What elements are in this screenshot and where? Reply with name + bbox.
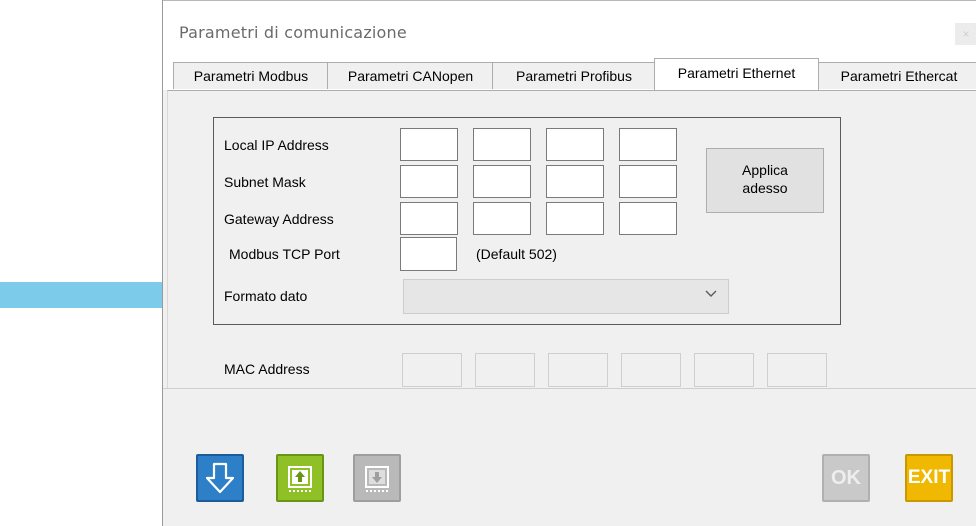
tab-ethercat[interactable]: Parametri Ethercat (817, 62, 976, 89)
gateway-octet-4[interactable] (619, 202, 677, 235)
mac-address-label: MAC Address (224, 361, 310, 377)
tab-strip: Parametri Modbus Parametri CANopen Param… (163, 58, 976, 90)
exit-button[interactable]: EXIT (905, 454, 953, 502)
divider (163, 388, 976, 389)
mac-octet-1 (402, 353, 462, 387)
subnet-mask-octet-3[interactable] (546, 165, 604, 198)
data-format-select[interactable] (403, 279, 729, 314)
chip-upload-icon (288, 466, 312, 492)
gateway-address-label: Gateway Address (224, 211, 334, 227)
mac-octet-2 (475, 353, 535, 387)
read-from-device-button[interactable] (353, 454, 401, 502)
modbus-port-default-note: (Default 502) (476, 246, 557, 262)
chip-download-icon (365, 466, 389, 492)
mac-octet-4 (621, 353, 681, 387)
local-ip-octet-4[interactable] (619, 128, 677, 161)
gateway-octet-1[interactable] (400, 202, 458, 235)
subnet-mask-label: Subnet Mask (224, 174, 306, 190)
subnet-mask-octet-2[interactable] (473, 165, 531, 198)
tab-canopen[interactable]: Parametri CANopen (327, 62, 494, 89)
communication-parameters-window: Parametri di comunicazione × Parametri M… (162, 0, 976, 526)
apply-now-label-line-1: Applica (742, 162, 788, 178)
window-title: Parametri di comunicazione (179, 23, 407, 42)
modbus-tcp-port-label: Modbus TCP Port (229, 246, 340, 262)
local-ip-octet-3[interactable] (546, 128, 604, 161)
data-format-label: Formato dato (224, 288, 308, 304)
local-ip-label: Local IP Address (224, 137, 329, 153)
close-button[interactable]: × (955, 23, 976, 45)
chevron-down-icon (705, 290, 717, 297)
tab-modbus[interactable]: Parametri Modbus (173, 62, 329, 89)
subnet-mask-octet-4[interactable] (619, 165, 677, 198)
apply-now-label-line-2: adesso (742, 180, 788, 196)
apply-now-button[interactable]: Applica adesso (706, 148, 824, 213)
client-area: Local IP Address Subnet Mask Gateway Add… (163, 90, 976, 526)
modbus-tcp-port-field[interactable] (400, 237, 457, 271)
title-bar: Parametri di comunicazione × (163, 0, 976, 59)
download-button[interactable] (196, 454, 244, 502)
local-ip-octet-1[interactable] (400, 128, 458, 161)
upload-to-device-button[interactable] (276, 454, 324, 502)
mac-octet-6 (767, 353, 827, 387)
subnet-mask-octet-1[interactable] (400, 165, 458, 198)
gateway-octet-2[interactable] (473, 202, 531, 235)
mac-octet-5 (694, 353, 754, 387)
tab-profibus[interactable]: Parametri Profibus (492, 62, 656, 89)
gateway-octet-3[interactable] (546, 202, 604, 235)
arrow-down-icon (205, 462, 235, 494)
mac-octet-3 (548, 353, 608, 387)
ethernet-tab-panel: Local IP Address Subnet Mask Gateway Add… (167, 90, 976, 389)
ok-button[interactable]: OK (822, 454, 870, 502)
local-ip-octet-2[interactable] (473, 128, 531, 161)
tab-ethernet[interactable]: Parametri Ethernet (654, 58, 819, 90)
